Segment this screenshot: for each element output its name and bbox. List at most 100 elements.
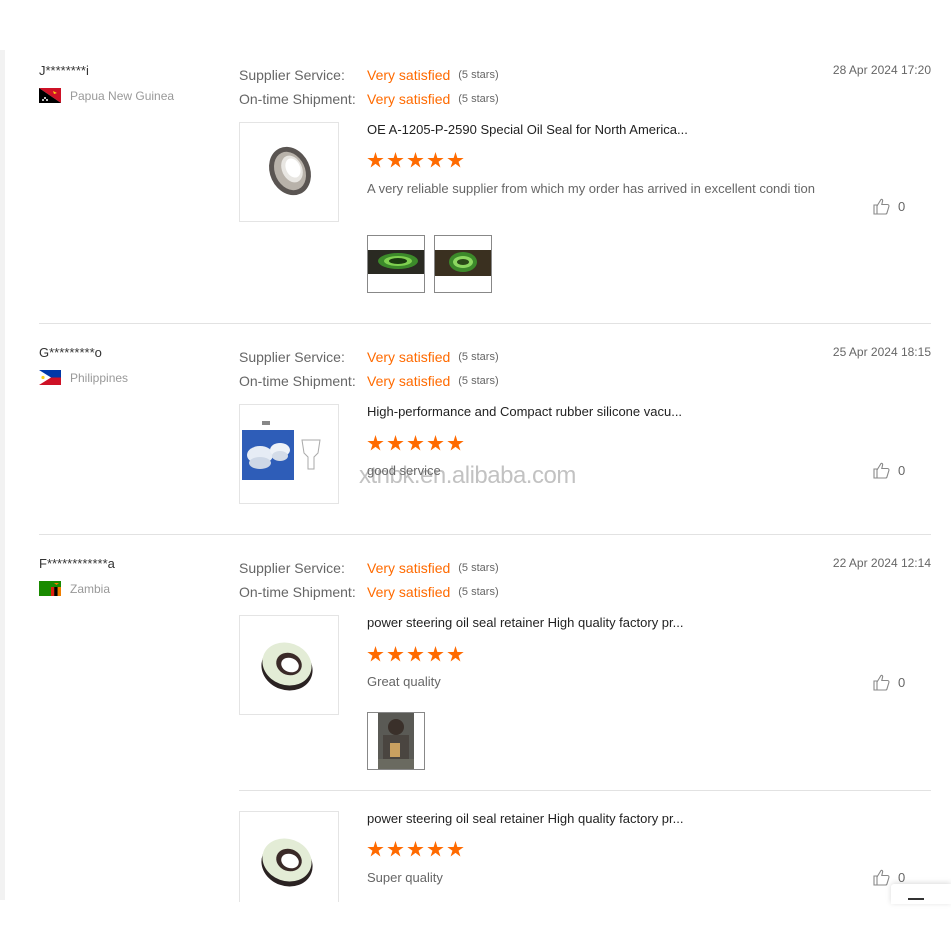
product-title[interactable]: power steering oil seal retainer High qu… — [367, 615, 684, 630]
supplier-service-rating: Supplier Service: Very satisfied (5 star… — [239, 63, 499, 87]
like-button[interactable]: 0 — [873, 198, 905, 215]
reviews-page: J********i Papua New Guinea Supplier Ser… — [0, 0, 951, 951]
star-rating — [367, 152, 464, 169]
product-thumbnail[interactable] — [239, 811, 339, 911]
philippines-flag-icon — [39, 370, 61, 385]
supplier-service-label: Supplier Service: — [239, 349, 345, 365]
supplier-service-label: Supplier Service: — [239, 67, 345, 83]
supplier-service-rating: Supplier Service: Very satisfied (5 star… — [239, 556, 499, 580]
shipment-rating: On-time Shipment: Very satisfied (5 star… — [239, 87, 499, 111]
supplier-ratings: Supplier Service: Very satisfied (5 star… — [239, 63, 499, 111]
supplier-service-value: Very satisfied — [367, 349, 451, 365]
star-icon — [407, 152, 424, 168]
supplier-service-stars: (5 stars) — [458, 69, 499, 81]
product-divider — [239, 790, 931, 791]
shipment-label: On-time Shipment: — [239, 91, 356, 107]
supplier-service-stars: (5 stars) — [458, 351, 499, 363]
like-count: 0 — [898, 675, 906, 690]
reviewer-country: Philippines — [39, 370, 128, 385]
star-icon — [367, 841, 384, 857]
supplier-service-label: Supplier Service: — [239, 560, 345, 576]
shipment-stars: (5 stars) — [458, 586, 499, 598]
left-border — [0, 50, 5, 900]
shipment-rating: On-time Shipment: Very satisfied (5 star… — [239, 580, 499, 604]
star-icon — [387, 841, 404, 857]
star-icon — [387, 646, 404, 662]
shipment-stars: (5 stars) — [458, 93, 499, 105]
thumbs-up-icon — [873, 869, 890, 886]
star-icon — [367, 435, 384, 451]
product-thumbnail[interactable] — [239, 122, 339, 222]
star-icon — [427, 841, 444, 857]
supplier-service-value: Very satisfied — [367, 67, 451, 83]
star-icon — [427, 646, 444, 662]
reviewer-country: Papua New Guinea — [39, 88, 174, 103]
papua-new-guinea-flag-icon — [39, 88, 61, 103]
review-comment: Super quality — [367, 870, 443, 885]
product-title[interactable]: OE A-1205-P-2590 Special Oil Seal for No… — [367, 122, 688, 137]
shipment-value: Very satisfied — [367, 91, 451, 107]
thumbs-up-icon — [873, 462, 890, 479]
star-icon — [367, 646, 384, 662]
like-count: 0 — [898, 870, 906, 885]
star-icon — [407, 841, 424, 857]
product-title[interactable]: power steering oil seal retainer High qu… — [367, 811, 684, 826]
star-icon — [427, 152, 444, 168]
country-name: Papua New Guinea — [70, 88, 175, 103]
review-photo[interactable] — [367, 235, 425, 293]
like-count: 0 — [898, 463, 906, 478]
review-photos — [367, 235, 492, 293]
review-photos — [367, 712, 425, 770]
reviewer-country: Zambia — [39, 581, 110, 596]
star-icon — [447, 646, 464, 662]
like-count: 0 — [898, 199, 906, 214]
country-name: Zambia — [70, 581, 111, 596]
review-comment: Great quality — [367, 674, 441, 689]
zambia-flag-icon — [39, 581, 61, 596]
like-button[interactable]: 0 — [873, 462, 905, 479]
star-icon — [447, 841, 464, 857]
like-button[interactable]: 0 — [873, 674, 905, 691]
product-thumbnail[interactable] — [239, 615, 339, 715]
shipment-stars: (5 stars) — [458, 375, 499, 387]
site-watermark: xtnbk.en.alibaba.com — [359, 462, 576, 489]
review-comment: A very reliable supplier from which my o… — [367, 181, 815, 196]
review-photo[interactable] — [434, 235, 492, 293]
review-date: 22 Apr 2024 12:14 — [832, 556, 931, 570]
supplier-ratings: Supplier Service: Very satisfied (5 star… — [239, 556, 499, 604]
reviewer-name: G*********o — [39, 345, 102, 360]
shipment-label: On-time Shipment: — [239, 584, 356, 600]
star-icon — [407, 435, 424, 451]
star-rating — [367, 646, 464, 663]
shipment-rating: On-time Shipment: Very satisfied (5 star… — [239, 369, 499, 393]
shipment-value: Very satisfied — [367, 584, 451, 600]
review-date: 25 Apr 2024 18:15 — [832, 345, 931, 359]
supplier-service-value: Very satisfied — [367, 560, 451, 576]
review-photo[interactable] — [367, 712, 425, 770]
review-divider — [39, 534, 931, 535]
star-rating — [367, 841, 464, 858]
thumbs-up-icon — [873, 674, 890, 691]
review-divider — [39, 323, 931, 324]
star-icon — [447, 152, 464, 168]
star-icon — [447, 435, 464, 451]
supplier-service-rating: Supplier Service: Very satisfied (5 star… — [239, 345, 499, 369]
star-icon — [387, 152, 404, 168]
star-icon — [427, 435, 444, 451]
product-title[interactable]: High-performance and Compact rubber sili… — [367, 404, 682, 419]
star-rating — [367, 435, 464, 452]
supplier-ratings: Supplier Service: Very satisfied (5 star… — [239, 345, 499, 393]
supplier-service-stars: (5 stars) — [458, 562, 499, 574]
country-name: Philippines — [70, 370, 129, 385]
thumbs-up-icon — [873, 198, 890, 215]
shipment-value: Very satisfied — [367, 373, 451, 389]
floating-menu-button[interactable] — [891, 884, 951, 904]
page-bottom — [0, 902, 951, 951]
shipment-label: On-time Shipment: — [239, 373, 356, 389]
review-date: 28 Apr 2024 17:20 — [832, 63, 931, 77]
star-icon — [367, 152, 384, 168]
reviewer-name: F************a — [39, 556, 115, 571]
product-thumbnail[interactable] — [239, 404, 339, 504]
reviewer-name: J********i — [39, 63, 89, 78]
star-icon — [387, 435, 404, 451]
